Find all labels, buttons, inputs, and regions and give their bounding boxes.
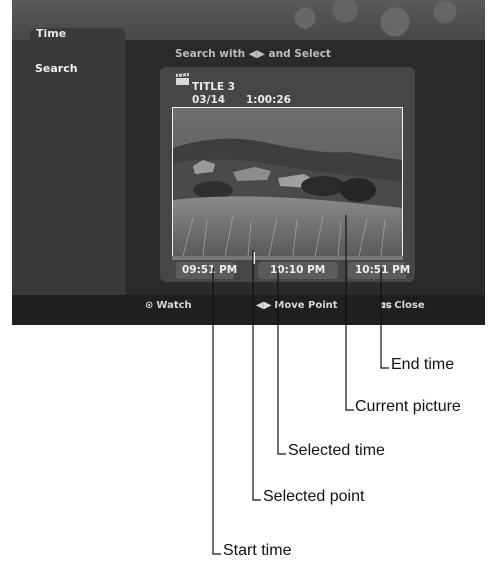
selected-point-leader [252,250,261,501]
callout-selected-time: Selected time [288,442,385,459]
start-time-leader [212,268,221,555]
callout-current-picture: Current picture [355,398,461,415]
selected-time-leader [277,268,286,455]
end-time-leader [380,268,389,369]
callout-end-time: End time [391,356,455,373]
current-picture-leader [345,215,354,411]
callout-start-time: Start time [223,542,292,559]
callout-lines [212,215,389,555]
callout-selected-point: Selected point [263,488,365,505]
